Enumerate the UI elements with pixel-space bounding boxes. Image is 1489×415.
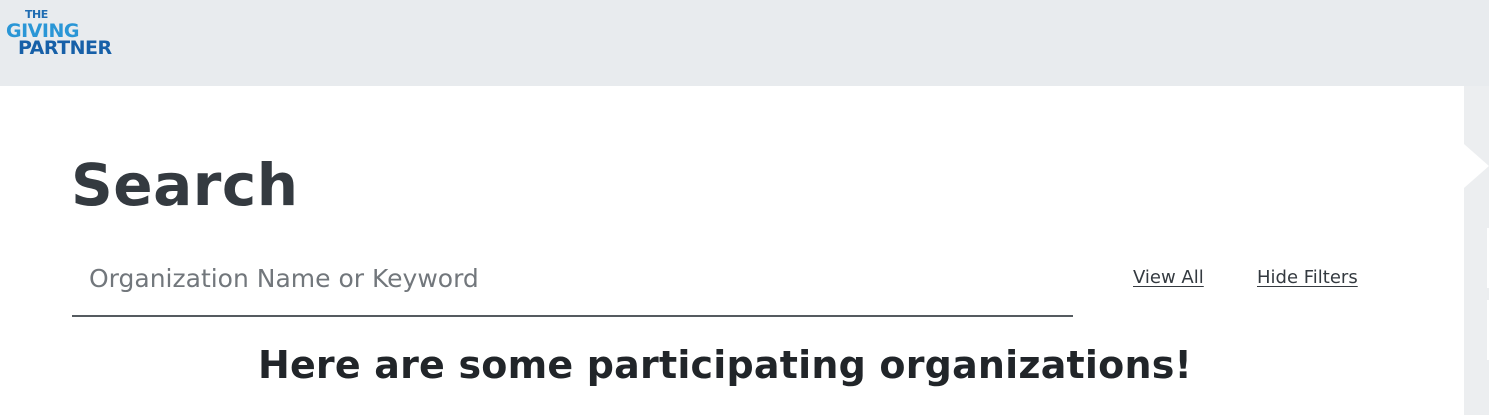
search-input[interactable] — [72, 250, 1073, 306]
side-panel-toggle-arrow-icon[interactable] — [1464, 144, 1489, 188]
view-all-link[interactable]: View All — [1133, 267, 1204, 288]
page-title: Search — [71, 151, 299, 219]
hide-filters-link[interactable]: Hide Filters — [1257, 267, 1358, 288]
logo-line-partner: PARTNER — [18, 37, 112, 59]
logo-line-the: THE — [25, 8, 48, 21]
giving-partner-logo[interactable]: THE GIVING PARTNER — [6, 9, 112, 58]
search-field-wrapper — [72, 250, 1073, 317]
side-panel — [1464, 86, 1489, 415]
results-heading: Here are some participating organization… — [257, 343, 1193, 387]
site-header: THE GIVING PARTNER — [0, 0, 1489, 86]
